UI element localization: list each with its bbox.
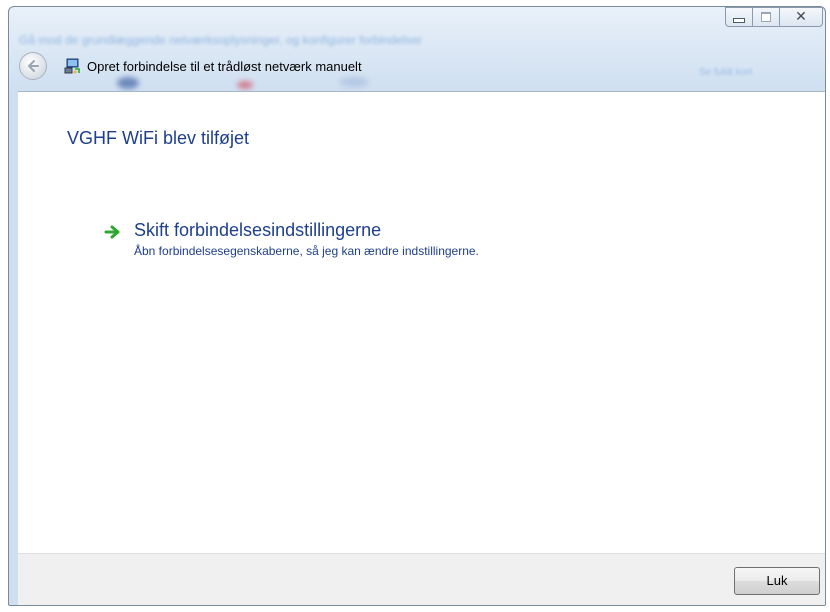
- dialog-window: Gå mod de grundlæggende netværksoplysnin…: [8, 6, 826, 606]
- minimize-button[interactable]: [725, 7, 753, 27]
- background-blob: [237, 81, 253, 89]
- close-button[interactable]: Luk: [734, 567, 820, 595]
- maximize-icon: [761, 12, 771, 22]
- page-heading: VGHF WiFi blev tilføjet: [67, 128, 250, 148]
- back-button[interactable]: [19, 52, 47, 80]
- task-title[interactable]: Skift forbindelsesindstillingerne: [134, 219, 479, 241]
- task-description: Åbn forbindelsesegenskaberne, så jeg kan…: [134, 244, 479, 258]
- window-controls: ✕: [725, 7, 823, 27]
- wireless-network-icon: [63, 57, 81, 75]
- change-settings-link[interactable]: Skift forbindelsesindstillingerne Åbn fo…: [104, 219, 479, 258]
- footer-bar: Luk: [18, 553, 825, 605]
- close-icon: ✕: [795, 9, 807, 25]
- back-arrow-icon: [28, 60, 39, 72]
- green-arrow-icon: [104, 225, 120, 239]
- content-panel: VGHF WiFi blev tilføjet Skift forbindels…: [18, 91, 825, 554]
- header-row: Opret forbindelse til et trådløst netvær…: [19, 51, 799, 81]
- background-window-text: Gå mod de grundlæggende netværksoplysnin…: [19, 33, 422, 47]
- close-window-button[interactable]: ✕: [779, 7, 823, 27]
- minimize-icon: [733, 17, 745, 23]
- window-title: Opret forbindelse til et trådløst netvær…: [87, 58, 362, 74]
- maximize-button[interactable]: [752, 7, 780, 27]
- task-text[interactable]: Skift forbindelsesindstillingerne Åbn fo…: [134, 219, 479, 258]
